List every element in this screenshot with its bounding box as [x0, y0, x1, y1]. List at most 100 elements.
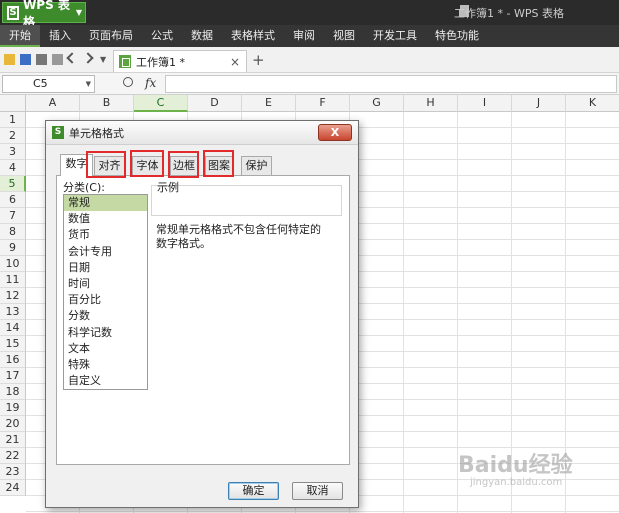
- list-item[interactable]: 科学记数: [64, 325, 147, 341]
- menu-item-review[interactable]: 审阅: [284, 25, 324, 47]
- cancel-button[interactable]: 取消: [292, 482, 343, 500]
- new-tab-button[interactable]: +: [252, 51, 265, 69]
- list-item[interactable]: 自定义: [64, 373, 147, 389]
- column-header[interactable]: D: [188, 95, 242, 112]
- redo-icon[interactable]: [82, 52, 94, 64]
- menu-item-formulas[interactable]: 公式: [142, 25, 182, 47]
- menu-item-home[interactable]: 开始: [0, 25, 40, 47]
- row-header[interactable]: 13: [0, 304, 26, 320]
- watermark-url: jingyan.baidu.com: [470, 477, 563, 488]
- document-tab-title: 工作簿1 *: [136, 55, 185, 69]
- dialog-close-button[interactable]: X: [318, 124, 352, 141]
- menu-item-developer[interactable]: 开发工具: [364, 25, 426, 47]
- row-header[interactable]: 14: [0, 320, 26, 336]
- row-header[interactable]: 4: [0, 160, 26, 176]
- wps-app-menu-button[interactable]: S WPS 表格 ▼: [2, 0, 86, 29]
- row-header[interactable]: 10: [0, 256, 26, 272]
- sample-box: [151, 185, 342, 216]
- formula-input[interactable]: [165, 75, 617, 93]
- list-item[interactable]: 常规: [64, 195, 147, 212]
- list-item[interactable]: 会计专用: [64, 244, 147, 260]
- list-item[interactable]: 时间: [64, 276, 147, 292]
- format-cells-dialog: S 单元格格式 X 数字 对齐 字体 边框 图案 保护 分类(C): 常规 数值…: [45, 120, 359, 508]
- list-item[interactable]: 数值: [64, 211, 147, 227]
- list-item[interactable]: 特殊: [64, 357, 147, 373]
- column-header[interactable]: I: [458, 95, 512, 112]
- watermark-text: Baidu经验: [458, 453, 573, 478]
- cell-reference: C5: [33, 77, 48, 90]
- row-header[interactable]: 11: [0, 272, 26, 288]
- row-header[interactable]: 22: [0, 448, 26, 464]
- menu-item-data[interactable]: 数据: [182, 25, 222, 47]
- menu-item-insert[interactable]: 插入: [40, 25, 80, 47]
- row-header[interactable]: 6: [0, 192, 26, 208]
- row-header[interactable]: 23: [0, 464, 26, 480]
- row-header[interactable]: 9: [0, 240, 26, 256]
- close-tab-icon[interactable]: ×: [230, 55, 240, 69]
- column-header[interactable]: J: [512, 95, 566, 112]
- menu-item-special[interactable]: 特色功能: [426, 25, 488, 47]
- column-header[interactable]: K: [566, 95, 619, 112]
- column-header[interactable]: A: [26, 95, 80, 112]
- chevron-down-icon: ▼: [75, 8, 82, 17]
- highlight-box-pattern: [203, 150, 234, 177]
- row-header[interactable]: 17: [0, 368, 26, 384]
- spreadsheet-icon: [119, 55, 131, 68]
- category-label: 分类(C):: [63, 181, 105, 194]
- category-list[interactable]: 常规 数值 货币 会计专用 日期 时间 百分比 分数 科学记数 文本 特殊 自定…: [63, 194, 148, 390]
- document-tab[interactable]: 工作簿1 * ×: [113, 50, 247, 72]
- list-item[interactable]: 文本: [64, 341, 147, 357]
- list-item[interactable]: 货币: [64, 227, 147, 243]
- name-box[interactable]: C5 ▼: [2, 75, 95, 93]
- row-header[interactable]: 15: [0, 336, 26, 352]
- tab-protection[interactable]: 保护: [241, 156, 272, 175]
- column-header[interactable]: H: [404, 95, 458, 112]
- row-header[interactable]: 24: [0, 480, 26, 496]
- toolbar-dropdown-icon[interactable]: ▼: [100, 55, 111, 66]
- highlight-box-font: [130, 150, 164, 177]
- window-title: 工作簿1 * - WPS 表格: [454, 7, 564, 20]
- open-folder-icon[interactable]: [4, 54, 15, 65]
- column-header[interactable]: G: [350, 95, 404, 112]
- row-header[interactable]: 20: [0, 416, 26, 432]
- formula-bar: C5 ▼ fx: [0, 73, 619, 95]
- row-header[interactable]: 12: [0, 288, 26, 304]
- menu-bar: 开始 插入 页面布局 公式 数据 表格样式 审阅 视图 开发工具 特色功能: [0, 25, 619, 47]
- sample-label: 示例: [157, 181, 179, 194]
- menu-item-page-layout[interactable]: 页面布局: [80, 25, 142, 47]
- column-header[interactable]: C: [134, 95, 188, 112]
- list-item[interactable]: 分数: [64, 308, 147, 324]
- select-all-corner[interactable]: [0, 95, 26, 112]
- column-header[interactable]: B: [80, 95, 134, 112]
- row-header[interactable]: 1: [0, 112, 26, 128]
- row-header[interactable]: 8: [0, 224, 26, 240]
- menu-item-table-styles[interactable]: 表格样式: [222, 25, 284, 47]
- save-icon[interactable]: [20, 54, 31, 65]
- row-header[interactable]: 5: [0, 176, 26, 192]
- row-header[interactable]: 3: [0, 144, 26, 160]
- quick-access-toolbar: ▼ 工作簿1 * × +: [0, 47, 619, 73]
- column-header[interactable]: E: [242, 95, 296, 112]
- wps-logo-icon: S: [52, 126, 64, 139]
- chevron-down-icon[interactable]: ▼: [86, 76, 91, 92]
- row-header[interactable]: 2: [0, 128, 26, 144]
- title-bar: S WPS 表格 ▼ 工作簿1 * - WPS 表格: [0, 0, 619, 29]
- row-header[interactable]: 7: [0, 208, 26, 224]
- row-header[interactable]: 19: [0, 400, 26, 416]
- highlight-box-alignment: [86, 151, 126, 178]
- print-icon[interactable]: [36, 54, 47, 65]
- row-header[interactable]: 21: [0, 432, 26, 448]
- row-header[interactable]: 16: [0, 352, 26, 368]
- highlight-box-border: [168, 151, 199, 178]
- ok-button[interactable]: 确定: [228, 482, 279, 500]
- undo-icon[interactable]: [66, 52, 78, 64]
- format-description: 常规单元格格式不包含任何特定的数字格式。: [156, 223, 321, 250]
- list-item[interactable]: 日期: [64, 260, 147, 276]
- search-icon[interactable]: [123, 77, 133, 87]
- row-header[interactable]: 18: [0, 384, 26, 400]
- insert-function-button[interactable]: fx: [145, 76, 156, 90]
- print-preview-icon[interactable]: [52, 54, 63, 65]
- menu-item-view[interactable]: 视图: [324, 25, 364, 47]
- list-item[interactable]: 百分比: [64, 292, 147, 308]
- column-header[interactable]: F: [296, 95, 350, 112]
